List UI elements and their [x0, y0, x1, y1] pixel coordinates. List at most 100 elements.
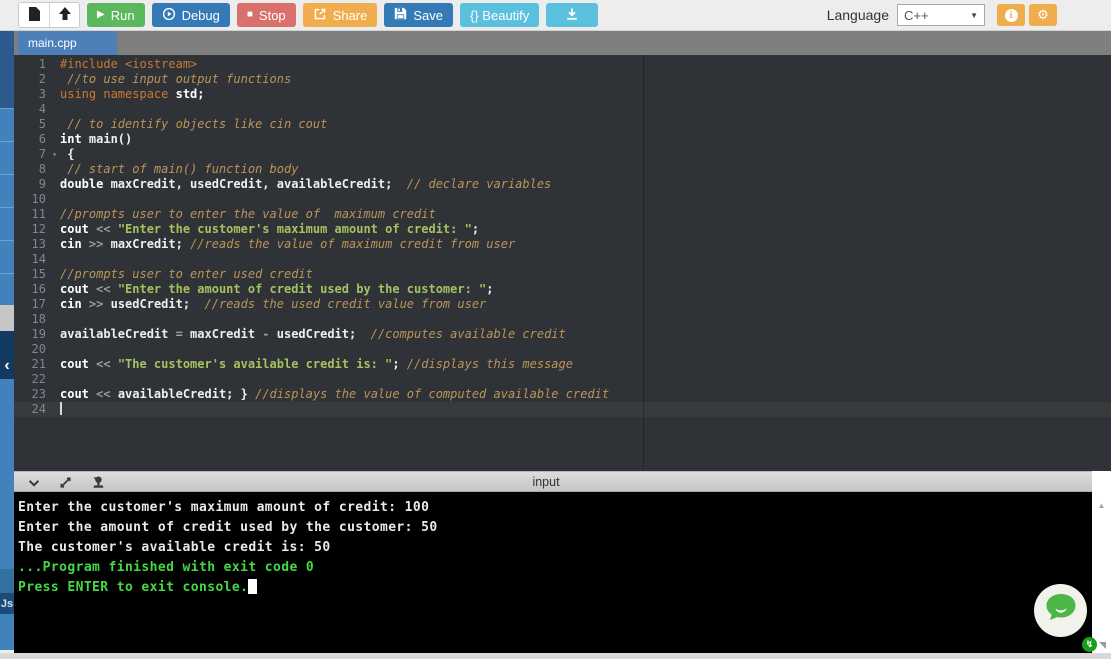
vertical-scrollbar[interactable]: ▲ [1092, 471, 1111, 653]
save-button[interactable]: Save [384, 3, 453, 27]
code-line[interactable]: 13cin >> maxCredit; //reads the value of… [14, 237, 1111, 252]
code-line[interactable]: 14 [14, 252, 1111, 267]
code-line[interactable]: 6int main() [14, 132, 1111, 147]
download-icon [565, 7, 579, 24]
share-button[interactable]: Share [303, 3, 378, 27]
chat-widget-button[interactable] [1034, 584, 1087, 637]
code-line[interactable]: 7▾ { [14, 147, 1111, 162]
line-number: 4 [14, 102, 60, 117]
toolbar: ▶ Run Debug ■ Stop Share Save {} B [0, 0, 1111, 31]
upload-button[interactable] [49, 3, 79, 27]
language-select[interactable]: C++ ▼ [897, 4, 985, 26]
line-number: 15 [14, 267, 60, 282]
chat-bubble-icon [1044, 592, 1078, 629]
code-line[interactable]: 2 //to use input output functions [14, 72, 1111, 87]
beautify-button[interactable]: {} Beautify [460, 3, 539, 27]
line-number: 13 [14, 237, 60, 252]
rail-segment[interactable] [0, 141, 14, 174]
play-icon: ▶ [97, 10, 105, 20]
code-text: double maxCredit, usedCredit, availableC… [60, 177, 551, 192]
line-number: 5 [14, 117, 60, 132]
collapse-panel-button[interactable]: ‹ [0, 353, 14, 379]
share-label: Share [333, 8, 368, 23]
chevron-down-icon: ▼ [970, 11, 978, 20]
download-button[interactable] [546, 3, 598, 27]
code-line[interactable]: 8 // start of main() function body [14, 162, 1111, 177]
expand-console-button[interactable] [57, 474, 74, 491]
code-line[interactable]: 18 [14, 312, 1111, 327]
file-button-group [18, 2, 80, 28]
code-line[interactable]: 16cout << "Enter the amount of credit us… [14, 282, 1111, 297]
code-text: cin >> usedCredit; //reads the used cred… [60, 297, 486, 312]
upload-icon [58, 7, 72, 23]
console-line: The customer's available credit is: 50 [18, 538, 1092, 558]
code-line[interactable]: 21cout << "The customer's available cred… [14, 357, 1111, 372]
js-badge[interactable]: Js [0, 593, 14, 614]
code-line[interactable]: 10 [14, 192, 1111, 207]
line-number: 3 [14, 87, 60, 102]
code-text: // to identify objects like cin cout [60, 117, 327, 132]
bottom-strip [0, 653, 1111, 659]
console-cursor [248, 579, 257, 594]
code-text: int main() [60, 132, 132, 147]
info-button[interactable]: i [997, 4, 1025, 26]
save-icon [394, 7, 407, 23]
console-header: input [0, 471, 1092, 492]
stop-button[interactable]: ■ Stop [237, 3, 296, 27]
code-line[interactable]: 17cin >> usedCredit; //reads the used cr… [14, 297, 1111, 312]
js-badge-label: Js [1, 598, 13, 610]
code-line[interactable]: 3using namespace std; [14, 87, 1111, 102]
code-line[interactable]: 15//prompts user to enter used credit [14, 267, 1111, 282]
line-number: 14 [14, 252, 60, 267]
collapse-console-button[interactable] [25, 474, 42, 491]
code-text: { [60, 147, 74, 162]
code-line[interactable]: 19availableCredit = maxCredit - usedCred… [14, 327, 1111, 342]
run-button[interactable]: ▶ Run [87, 3, 145, 27]
rail-segment[interactable] [0, 174, 14, 207]
tab-main-cpp[interactable]: main.cpp [18, 31, 117, 55]
rail-segment[interactable] [0, 108, 14, 141]
rail-segment[interactable] [0, 207, 14, 240]
fold-marker-icon[interactable]: ▾ [52, 147, 57, 162]
scroll-up-icon[interactable]: ▲ [1092, 501, 1111, 510]
line-number: 11 [14, 207, 60, 222]
line-number: 18 [14, 312, 60, 327]
code-text [60, 402, 62, 417]
code-line[interactable]: 23cout << availableCredit; } //displays … [14, 387, 1111, 402]
console-output[interactable]: Enter the customer's maximum amount of c… [14, 492, 1092, 653]
code-line[interactable]: 5 // to identify objects like cin cout [14, 117, 1111, 132]
code-editor[interactable]: 1#include <iostream>2 //to use input out… [14, 55, 1111, 471]
code-line[interactable]: 24 [14, 402, 1111, 417]
code-text: availableCredit = maxCredit - usedCredit… [60, 327, 566, 342]
resize-corner-icon[interactable] [1099, 642, 1106, 649]
settings-button[interactable]: ⚙ [1029, 4, 1057, 26]
code-line[interactable]: 9double maxCredit, usedCredit, available… [14, 177, 1111, 192]
code-text: using namespace std; [60, 87, 205, 102]
line-number: 22 [14, 372, 60, 387]
chevron-left-icon: ‹ [4, 357, 9, 375]
debug-button[interactable]: Debug [152, 3, 230, 27]
run-label: Run [111, 8, 135, 23]
code-line[interactable]: 20 [14, 342, 1111, 357]
code-text: cout << availableCredit; } //displays th… [60, 387, 609, 402]
console-line: Enter the amount of credit used by the c… [18, 518, 1092, 538]
line-number: 12 [14, 222, 60, 237]
code-line[interactable]: 22 [14, 372, 1111, 387]
line-number: 17 [14, 297, 60, 312]
rail-segment[interactable] [0, 240, 14, 273]
code-line[interactable]: 11//prompts user to enter the value of m… [14, 207, 1111, 222]
rail-segment[interactable] [0, 273, 14, 305]
line-number: 6 [14, 132, 60, 147]
line-number: 23 [14, 387, 60, 402]
code-line[interactable]: 1#include <iostream> [14, 57, 1111, 72]
code-text: cout << "Enter the customer's maximum am… [60, 222, 479, 237]
code-line[interactable]: 12cout << "Enter the customer's maximum … [14, 222, 1111, 237]
detach-console-button[interactable] [89, 474, 106, 491]
share-icon [313, 7, 327, 24]
line-number: 24 [14, 402, 60, 417]
promo-badge-icon[interactable]: ↯ [1082, 637, 1097, 652]
code-line[interactable]: 4 [14, 102, 1111, 117]
code-text: cout << "The customer's available credit… [60, 357, 573, 372]
left-rail: ‹ Js [0, 31, 14, 650]
new-file-button[interactable] [19, 3, 49, 27]
